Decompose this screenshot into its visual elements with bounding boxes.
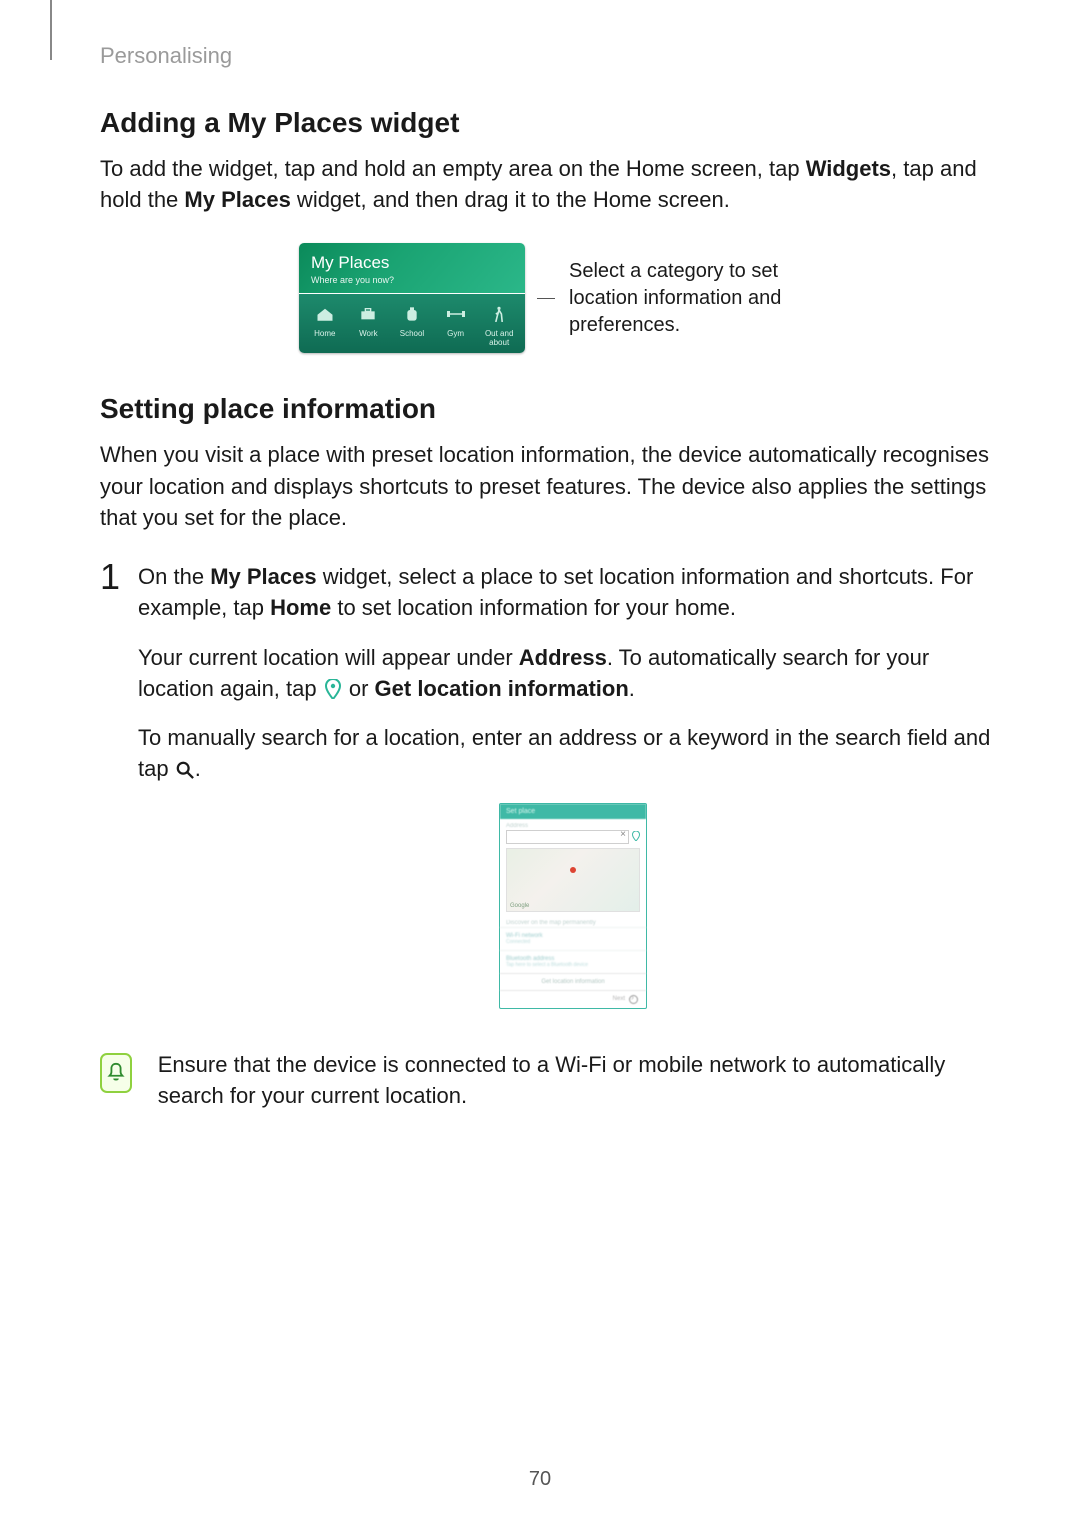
text: On the (138, 564, 210, 589)
map-pin-icon (570, 867, 576, 873)
cat-label: Gym (434, 329, 478, 338)
briefcase-icon (356, 302, 380, 326)
text: to set location information for your hom… (331, 595, 736, 620)
figure-set-place-screen: Set place Address Google Discover on the… (499, 803, 647, 1009)
phone-get-location[interactable]: Get location information (500, 973, 646, 990)
phone-map: Google (506, 848, 640, 912)
phone-bt-row: Bluetooth addressTap here to select a Bl… (500, 950, 646, 973)
callout-line (537, 298, 555, 299)
cat-label: Work (347, 329, 391, 338)
text-bold: Get location information (375, 676, 629, 701)
text-bold: Home (270, 595, 331, 620)
step1-para2: Your current location will appear under … (138, 642, 1008, 704)
text-bold: Address (519, 645, 607, 670)
text-bold-myplaces: My Places (184, 187, 290, 212)
walk-icon (487, 302, 511, 326)
cat-label: Home (303, 329, 347, 338)
backpack-icon (400, 302, 424, 326)
phone-header: Set place (500, 804, 646, 819)
cat-label: Out and about (477, 329, 521, 347)
widget-subtitle: Where are you now? (311, 275, 513, 285)
text: Your current location will appear under (138, 645, 519, 670)
search-icon (175, 760, 195, 780)
note: Ensure that the device is connected to a… (100, 1049, 1008, 1111)
step1-para1: On the My Places widget, select a place … (138, 561, 1008, 623)
step-number: 1 (100, 559, 120, 595)
page-number: 70 (529, 1468, 551, 1491)
para-setting-intro: When you visit a place with preset locat… (100, 439, 1008, 533)
location-pin-icon (323, 679, 343, 699)
myplaces-widget: My Places Where are you now? Home Work (299, 243, 525, 353)
cat-label: School (390, 329, 434, 338)
widget-categories: Home Work School (299, 294, 525, 353)
step-1: 1 On the My Places widget, select a plac… (100, 561, 1008, 1042)
phone-map-sublabel: Discover on the map permanently (500, 916, 646, 927)
widget-header: My Places Where are you now? (299, 243, 525, 293)
figure-widget: My Places Where are you now? Home Work (100, 243, 1008, 353)
header-rule (50, 0, 52, 60)
next-arrow-icon (629, 995, 638, 1004)
widget-title: My Places (311, 253, 513, 273)
note-icon (100, 1053, 132, 1093)
home-icon (313, 302, 337, 326)
section-breadcrumb: Personalising (100, 43, 1008, 69)
phone-search-input[interactable] (506, 830, 629, 844)
text: . (629, 676, 635, 701)
cat-school[interactable]: School (390, 302, 434, 347)
text-bold: My Places (210, 564, 316, 589)
location-pin-icon[interactable] (632, 831, 640, 843)
cat-out[interactable]: Out and about (477, 302, 521, 347)
phone-wifi-row: Wi-Fi networkConnected (500, 927, 646, 950)
text-bold-widgets: Widgets (806, 156, 891, 181)
map-brand: Google (510, 903, 529, 909)
cat-home[interactable]: Home (303, 302, 347, 347)
heading-adding-widget: Adding a My Places widget (100, 107, 1008, 139)
text: widget, and then drag it to the Home scr… (291, 187, 730, 212)
text: or (343, 676, 375, 701)
phone-next[interactable]: Next (500, 990, 646, 1008)
heading-setting-place: Setting place information (100, 393, 1008, 425)
step1-para3: To manually search for a location, enter… (138, 722, 1008, 784)
text: . (195, 756, 201, 781)
cat-gym[interactable]: Gym (434, 302, 478, 347)
text: To add the widget, tap and hold an empty… (100, 156, 806, 181)
dumbbell-icon (444, 302, 468, 326)
text: To manually search for a location, enter… (138, 725, 990, 781)
cat-work[interactable]: Work (347, 302, 391, 347)
note-text: Ensure that the device is connected to a… (158, 1049, 1008, 1111)
callout-text: Select a category to set location inform… (569, 258, 809, 339)
para-adding-widget: To add the widget, tap and hold an empty… (100, 153, 1008, 215)
phone-searchline (500, 830, 646, 848)
